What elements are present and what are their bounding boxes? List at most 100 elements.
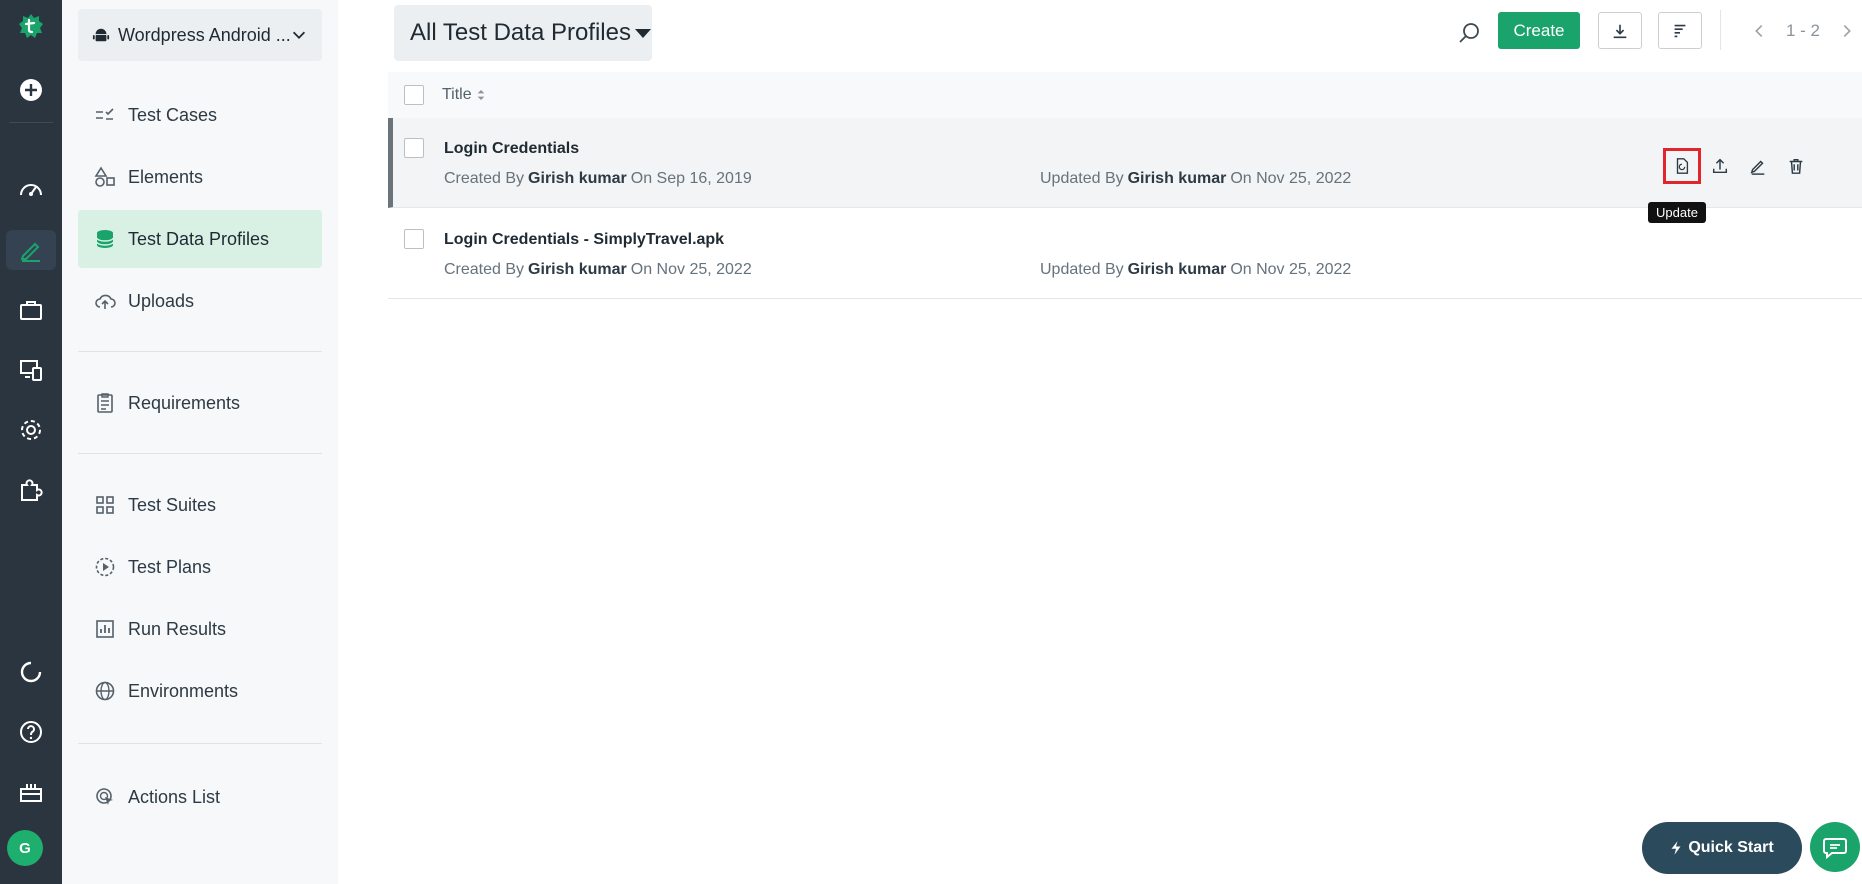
- sort-icon: [1674, 24, 1686, 37]
- nav-divider: [78, 743, 322, 744]
- updated-on: On Nov 25, 2022: [1230, 261, 1352, 278]
- add-circle-icon[interactable]: [0, 70, 62, 110]
- sync-icon[interactable]: [0, 652, 62, 692]
- briefcase-icon[interactable]: [0, 290, 62, 330]
- quick-start-label: Quick Start: [1688, 839, 1774, 856]
- delete-button[interactable]: [1777, 148, 1815, 184]
- download-button[interactable]: [1598, 12, 1642, 49]
- sidebar-item-test-data-profiles[interactable]: Test Data Profiles: [78, 210, 322, 268]
- row-checkbox[interactable]: [404, 229, 424, 249]
- project-name: Wordpress Android ...: [118, 24, 290, 45]
- elements-icon: [94, 166, 115, 187]
- created-on: On Sep 16, 2019: [630, 170, 752, 187]
- created-by: Girish kumar: [528, 170, 627, 187]
- project-selector[interactable]: Wordpress Android ...: [78, 9, 322, 61]
- android-icon: [92, 28, 110, 42]
- filter-label: All Test Data Profiles: [410, 19, 631, 46]
- test-cases-icon: [96, 108, 114, 120]
- trash-icon: [1789, 158, 1803, 174]
- table-row[interactable]: Login Credentials Created By Girish kumar…: [388, 118, 1862, 208]
- updated-label: Updated By: [1040, 170, 1124, 187]
- sidebar-item-label: Requirements: [128, 392, 241, 413]
- list-header: Title: [388, 72, 1862, 118]
- upload-icon: [1712, 158, 1728, 174]
- puzzle-icon[interactable]: [0, 470, 62, 510]
- dashboard-icon[interactable]: [0, 170, 62, 210]
- gear-icon[interactable]: [0, 410, 62, 450]
- devices-icon[interactable]: [0, 350, 62, 390]
- row-created-meta: Created By Girish kumar On Nov 25, 2022: [444, 261, 752, 279]
- upload-button[interactable]: [1701, 148, 1739, 184]
- row-updated-meta: Updated By Girish kumar On Nov 25, 2022: [1040, 261, 1351, 279]
- globe-icon: [95, 681, 115, 701]
- updated-on: On Nov 25, 2022: [1230, 170, 1352, 187]
- lightning-icon: [1671, 841, 1681, 855]
- sidebar-item-label: Actions List: [128, 786, 221, 807]
- sidebar-item-test-plans[interactable]: Test Plans: [78, 538, 322, 596]
- edit-button[interactable]: [1739, 148, 1777, 184]
- row-title[interactable]: Login Credentials: [444, 140, 579, 158]
- grid-icon: [96, 496, 114, 514]
- database-icon: [96, 230, 114, 248]
- download-icon: [1613, 24, 1627, 38]
- sidebar-nav: Wordpress Android ... Test Cases Element…: [62, 0, 338, 884]
- row-title[interactable]: Login Credentials - SimplyTravel.apk: [444, 231, 724, 249]
- edit-pen-icon[interactable]: [6, 230, 56, 270]
- search-icon: [1459, 23, 1479, 43]
- caret-down-icon: [634, 28, 651, 38]
- avatar[interactable]: G: [7, 830, 43, 866]
- chevron-down-icon: [292, 31, 306, 39]
- clipboard-icon: [97, 393, 113, 413]
- file-refresh-icon: [1676, 158, 1689, 174]
- help-icon[interactable]: [0, 712, 62, 752]
- testsigma-logo-icon[interactable]: [0, 6, 62, 46]
- sidebar-item-label: Test Plans: [128, 556, 212, 577]
- rail-divider: [9, 122, 53, 123]
- pagination: 1 - 2: [1746, 12, 1860, 49]
- row-created-meta: Created By Girish kumar On Sep 16, 2019: [444, 170, 752, 188]
- play-circle-icon: [95, 557, 115, 577]
- chevron-left-icon[interactable]: [1750, 22, 1768, 40]
- created-label: Created By: [444, 170, 525, 187]
- sidebar-item-run-results[interactable]: Run Results: [78, 600, 322, 658]
- sidebar-item-requirements[interactable]: Requirements: [78, 374, 322, 432]
- avatar-initial: G: [19, 839, 31, 857]
- table-row[interactable]: Login Credentials - SimplyTravel.apk Cre…: [388, 209, 1862, 299]
- chat-icon: [1823, 838, 1847, 860]
- sidebar-item-label: Uploads: [128, 290, 195, 311]
- select-all-checkbox[interactable]: [404, 85, 424, 105]
- created-label: Created By: [444, 261, 525, 278]
- cloud-upload-icon: [95, 294, 116, 309]
- search-button[interactable]: [1450, 14, 1488, 52]
- sidebar-item-label: Test Data Profiles: [128, 228, 270, 249]
- updated-by: Girish kumar: [1127, 170, 1227, 187]
- chat-button[interactable]: [1810, 822, 1860, 872]
- row-checkbox[interactable]: [404, 138, 424, 158]
- nav-divider: [78, 351, 322, 352]
- title-column-header[interactable]: Title: [442, 86, 486, 104]
- pencil-icon: [1750, 160, 1765, 175]
- filter-dropdown[interactable]: All Test Data Profiles: [394, 5, 652, 61]
- sidebar-item-environments[interactable]: Environments: [78, 662, 322, 720]
- pager-label: 1 - 2: [1785, 20, 1821, 40]
- sidebar-item-label: Test Suites: [128, 494, 217, 515]
- create-button[interactable]: Create: [1498, 12, 1580, 49]
- row-updated-meta: Updated By Girish kumar On Nov 25, 2022: [1040, 170, 1351, 188]
- cursor-icon: [96, 788, 113, 805]
- gift-icon[interactable]: [0, 772, 62, 812]
- sidebar-item-actions-list[interactable]: Actions List: [78, 768, 322, 826]
- sidebar-item-test-cases[interactable]: Test Cases: [78, 86, 322, 144]
- update-button[interactable]: [1663, 148, 1701, 184]
- chevron-right-icon[interactable]: [1838, 22, 1856, 40]
- toolbar-divider: [1720, 10, 1721, 50]
- sidebar-item-uploads[interactable]: Uploads: [78, 272, 322, 330]
- sidebar-item-elements[interactable]: Elements: [78, 148, 322, 206]
- row-actions: [1663, 148, 1815, 184]
- sidebar-item-test-suites[interactable]: Test Suites: [78, 476, 322, 534]
- sidebar-item-label: Test Cases: [128, 104, 218, 125]
- updated-label: Updated By: [1040, 261, 1124, 278]
- title-header-label: Title: [442, 86, 472, 103]
- quick-start-button[interactable]: Quick Start: [1642, 822, 1802, 874]
- bar-chart-icon: [96, 620, 114, 638]
- sort-button[interactable]: [1658, 12, 1702, 49]
